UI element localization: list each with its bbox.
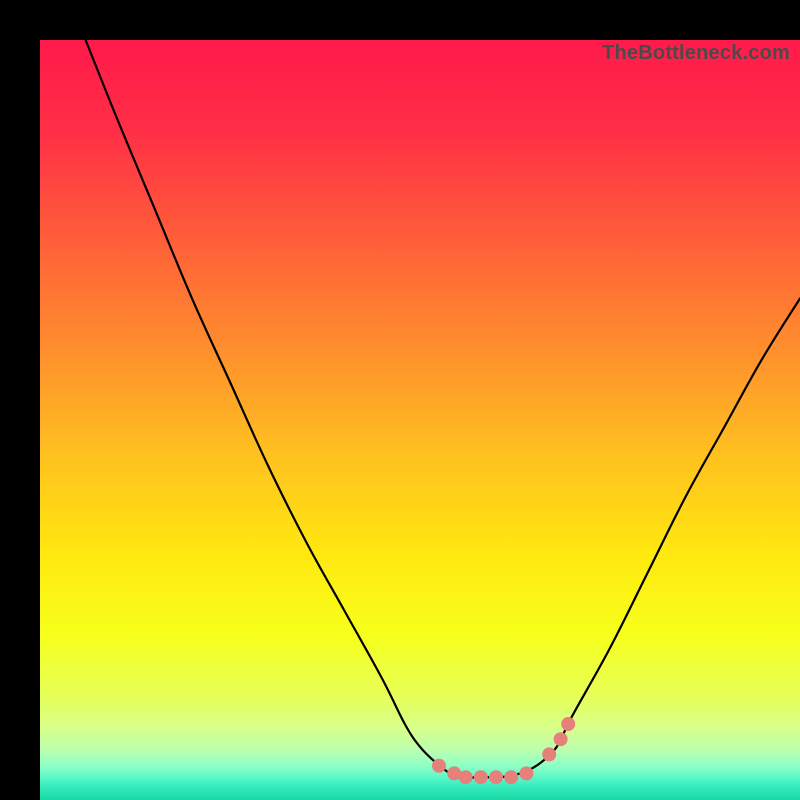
chart-frame: TheBottleneck.com — [0, 0, 800, 800]
data-marker — [489, 770, 503, 784]
data-marker — [561, 717, 575, 731]
data-marker — [554, 732, 568, 746]
data-marker — [432, 759, 446, 773]
plot-area: TheBottleneck.com — [40, 40, 800, 800]
data-marker — [504, 770, 518, 784]
data-marker — [474, 770, 488, 784]
data-marker — [542, 747, 556, 761]
data-marker — [459, 770, 473, 784]
data-marker — [519, 766, 533, 780]
bottleneck-curve — [40, 40, 800, 800]
